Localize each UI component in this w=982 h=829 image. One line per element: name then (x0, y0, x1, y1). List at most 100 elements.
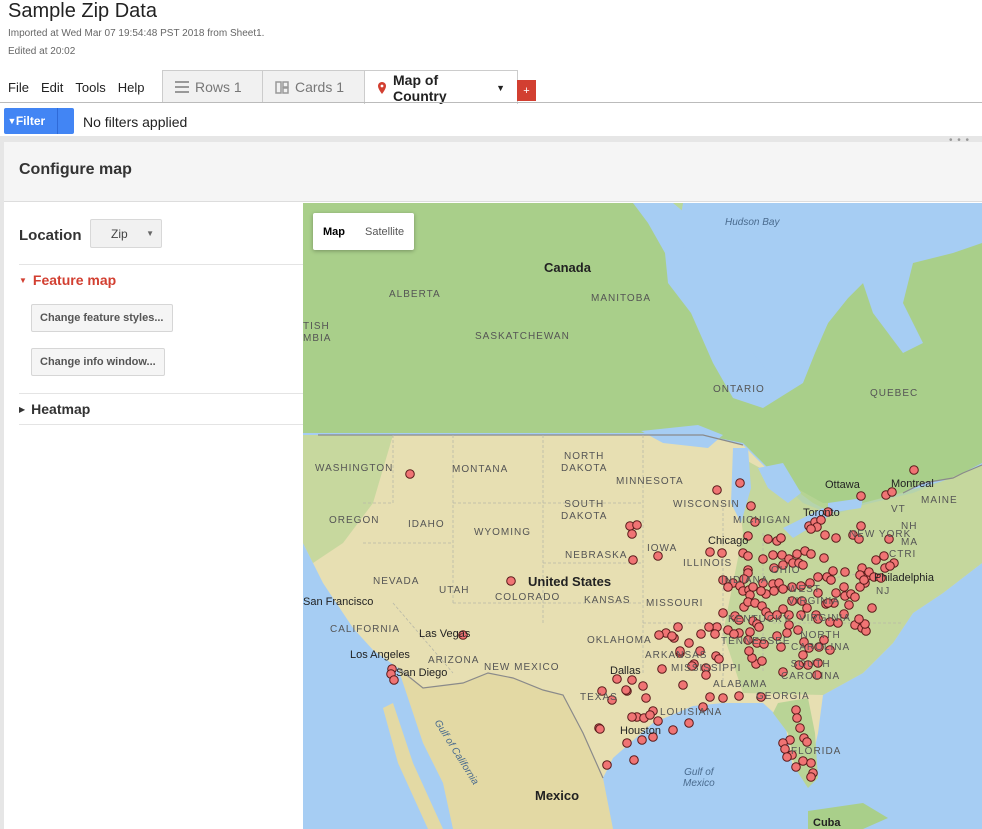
map-marker[interactable] (806, 772, 816, 782)
map-marker[interactable] (704, 622, 714, 632)
map-label-canada: Canada (544, 260, 591, 275)
map-marker[interactable] (791, 762, 801, 772)
map-label-los-angeles: Los Angeles (350, 649, 410, 661)
map-marker[interactable] (813, 572, 823, 582)
map-marker[interactable] (792, 549, 802, 559)
map-marker[interactable] (621, 685, 631, 695)
feature-map-section[interactable]: ▼ Feature map (19, 272, 116, 288)
menu-file[interactable]: File (8, 80, 29, 95)
change-feature-styles-button[interactable]: Change feature styles... (31, 304, 173, 332)
map-marker[interactable] (735, 478, 745, 488)
map-marker[interactable] (667, 631, 677, 641)
map-marker[interactable] (776, 533, 786, 543)
map-marker[interactable] (871, 555, 881, 565)
map-marker[interactable] (758, 554, 768, 564)
map-marker[interactable] (684, 638, 694, 648)
map-marker[interactable] (595, 724, 605, 734)
map-marker[interactable] (506, 576, 516, 586)
map-label-south-carolina: SOUTH CAROLINA (781, 659, 841, 682)
map-marker[interactable] (638, 681, 648, 691)
map-marker[interactable] (745, 627, 755, 637)
map-marker[interactable] (820, 530, 830, 540)
map-view[interactable]: Hudson Bay Canada ALBERTA MANITOBA TISH … (303, 203, 982, 829)
chevron-down-icon[interactable]: ▼ (496, 83, 505, 93)
tab-rows[interactable]: Rows 1 (162, 70, 263, 103)
map-marker[interactable] (798, 756, 808, 766)
menu-help[interactable]: Help (118, 80, 145, 95)
map-marker[interactable] (802, 737, 812, 747)
menu-edit[interactable]: Edit (41, 80, 63, 95)
location-select[interactable]: Zip ▼ (90, 219, 162, 248)
map-type-map-button[interactable]: Map (313, 213, 355, 250)
map-marker[interactable] (780, 744, 790, 754)
map-marker[interactable] (909, 465, 919, 475)
map-marker[interactable] (856, 491, 866, 501)
map-marker[interactable] (743, 551, 753, 561)
map-marker[interactable] (712, 485, 722, 495)
map-marker[interactable] (791, 705, 801, 715)
map-marker[interactable] (673, 622, 683, 632)
map-marker[interactable] (654, 630, 664, 640)
map-marker[interactable] (668, 725, 678, 735)
map-marker[interactable] (705, 547, 715, 557)
change-info-window-button[interactable]: Change info window... (31, 348, 165, 376)
map-marker[interactable] (645, 710, 655, 720)
map-marker[interactable] (859, 575, 869, 585)
map-marker[interactable] (405, 469, 415, 479)
map-marker[interactable] (831, 533, 841, 543)
map-marker[interactable] (734, 691, 744, 701)
map-marker[interactable] (744, 646, 754, 656)
map-marker[interactable] (717, 548, 727, 558)
map-marker[interactable] (678, 680, 688, 690)
map-marker[interactable] (627, 529, 637, 539)
map-type-satellite-button[interactable]: Satellite (355, 213, 414, 250)
map-marker[interactable] (756, 586, 766, 596)
map-marker[interactable] (641, 693, 651, 703)
map-marker[interactable] (885, 561, 895, 571)
map-marker[interactable] (844, 600, 854, 610)
map-marker[interactable] (696, 629, 706, 639)
map-marker[interactable] (763, 534, 773, 544)
map-marker[interactable] (684, 718, 694, 728)
filter-button[interactable]: Filter ▼ (4, 108, 74, 134)
map-marker[interactable] (854, 614, 864, 624)
map-marker[interactable] (769, 586, 779, 596)
menu-tools[interactable]: Tools (75, 80, 105, 95)
map-marker[interactable] (768, 550, 778, 560)
map-marker[interactable] (757, 656, 767, 666)
map-marker[interactable] (628, 555, 638, 565)
map-marker[interactable] (826, 575, 836, 585)
tab-cards[interactable]: Cards 1 (262, 70, 365, 103)
map-marker[interactable] (840, 567, 850, 577)
map-marker[interactable] (806, 549, 816, 559)
map-marker[interactable] (714, 654, 724, 664)
map-marker[interactable] (718, 608, 728, 618)
heatmap-section[interactable]: ▶ Heatmap (19, 401, 90, 417)
map-marker[interactable] (602, 760, 612, 770)
configure-title: Configure map (19, 161, 132, 178)
map-marker[interactable] (819, 553, 829, 563)
map-marker[interactable] (867, 603, 877, 613)
map-marker[interactable] (627, 712, 637, 722)
map-marker[interactable] (792, 713, 802, 723)
map-marker[interactable] (850, 592, 860, 602)
map-marker[interactable] (632, 520, 642, 530)
map-marker[interactable] (629, 755, 639, 765)
map-marker[interactable] (778, 584, 788, 594)
map-marker[interactable] (828, 566, 838, 576)
map-marker[interactable] (710, 629, 720, 639)
map-marker[interactable] (705, 692, 715, 702)
map-marker[interactable] (879, 551, 889, 561)
add-tab-button[interactable]: + (517, 80, 536, 101)
map-marker[interactable] (806, 524, 816, 534)
tab-map-of-country[interactable]: Map of Country ▼ (364, 70, 518, 104)
map-label-kansas: KANSAS (584, 595, 631, 606)
map-marker[interactable] (782, 752, 792, 762)
map-marker[interactable] (795, 723, 805, 733)
map-marker[interactable] (622, 738, 632, 748)
map-marker[interactable] (718, 693, 728, 703)
map-marker[interactable] (839, 582, 849, 592)
map-marker[interactable] (806, 758, 816, 768)
map-marker[interactable] (657, 664, 667, 674)
map-marker[interactable] (746, 501, 756, 511)
